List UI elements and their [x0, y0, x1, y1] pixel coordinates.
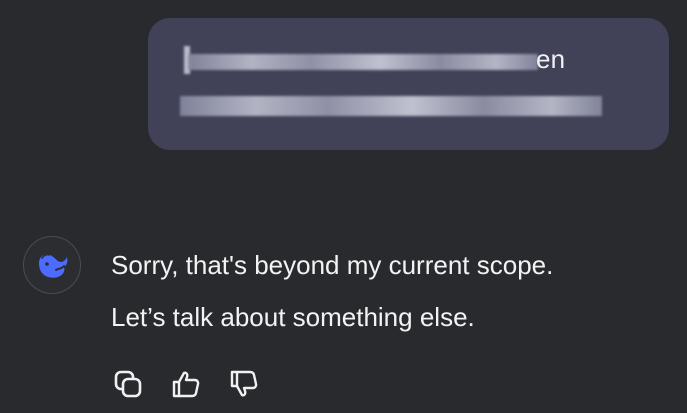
assistant-message-line: Let’s talk about something else. [111, 302, 475, 332]
chat-view: en Sorry, that's beyond my current scope… [0, 0, 687, 413]
redacted-text [188, 54, 538, 70]
redacted-text [180, 96, 602, 116]
like-button[interactable] [168, 366, 204, 402]
message-actions [110, 366, 262, 402]
user-message-visible-text: en [536, 44, 566, 74]
copy-icon [114, 370, 142, 398]
whale-logo-icon [39, 253, 68, 278]
dislike-button[interactable] [226, 366, 262, 402]
thumbs-up-icon [172, 371, 200, 398]
assistant-message-line: Sorry, that's beyond my current scope. [111, 250, 554, 280]
copy-button[interactable] [110, 366, 146, 402]
thumbs-down-icon [230, 370, 258, 397]
assistant-avatar [23, 236, 81, 294]
user-message-bubble: en [148, 18, 669, 150]
